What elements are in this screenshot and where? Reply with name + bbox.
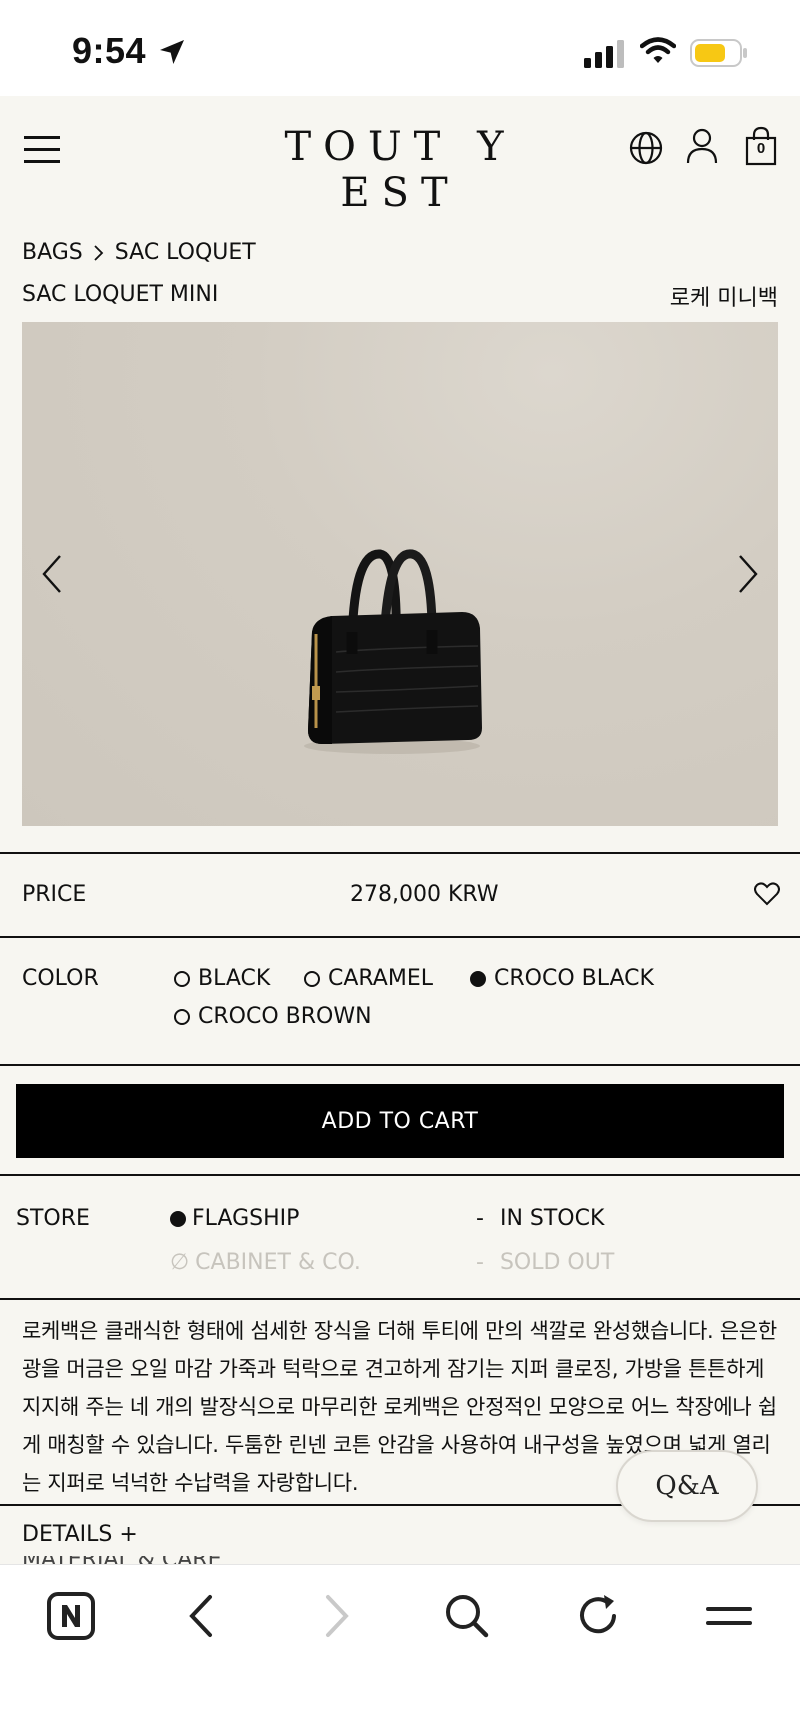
radio-unselected-icon: [174, 970, 190, 987]
brand-logo[interactable]: TOUT Y EST: [230, 124, 570, 216]
stock-status: SOLD OUT: [499, 1250, 615, 1275]
divider: [0, 852, 800, 854]
store-label: STORE: [16, 1206, 90, 1231]
divider: [0, 1174, 800, 1176]
details-toggle[interactable]: DETAILS +: [22, 1522, 138, 1547]
color-option-label: BLACK: [198, 966, 271, 991]
forward-arrow-icon[interactable]: [310, 1591, 360, 1641]
radio-selected-icon: [470, 970, 486, 987]
price-label: PRICE: [22, 882, 87, 907]
price-value: 278,000 KRW: [350, 882, 499, 907]
chevron-left-icon[interactable]: [38, 552, 66, 596]
product-image-gallery[interactable]: [22, 322, 778, 826]
store-cabinet: ∅ CABINET & CO.: [170, 1250, 361, 1275]
color-option-label: CARAMEL: [328, 966, 433, 991]
stock-status: IN STOCK: [499, 1206, 605, 1231]
browser-menu-icon[interactable]: [704, 1591, 754, 1641]
store-name: FLAGSHIP: [192, 1206, 300, 1231]
user-icon[interactable]: [686, 128, 718, 164]
radio-unselected-icon: [304, 970, 320, 987]
color-option-croco-black[interactable]: CROCO BLACK: [470, 966, 654, 991]
back-arrow-icon[interactable]: [178, 1591, 228, 1641]
chevron-right-icon: [94, 244, 104, 261]
menu-icon[interactable]: [24, 136, 60, 164]
store-cabinet-status: - SOLD OUT: [476, 1250, 615, 1275]
color-label: COLOR: [22, 966, 99, 991]
wifi-icon: [640, 37, 676, 63]
divider: [0, 936, 800, 938]
product-title-korean: 로케 미니백: [669, 286, 778, 311]
unavailable-icon: ∅: [170, 1250, 190, 1275]
material-care-toggle[interactable]: MATERIAL & CARE: [22, 1556, 221, 1564]
product-bag-image: [304, 549, 482, 754]
breadcrumb-parent[interactable]: BAGS: [22, 240, 83, 265]
divider: [0, 1298, 800, 1300]
color-option-caramel[interactable]: CARAMEL: [304, 966, 433, 991]
browser-toolbar: [0, 1564, 800, 1732]
color-option-label: CROCO BROWN: [198, 1004, 372, 1029]
reload-icon[interactable]: [574, 1591, 624, 1641]
product-title: SAC LOQUET MINI: [22, 282, 219, 307]
status-time: 9:54: [72, 30, 147, 71]
color-option-black[interactable]: BLACK: [174, 966, 270, 991]
add-to-cart-button[interactable]: ADD TO CART: [16, 1084, 784, 1158]
naver-home-icon[interactable]: [46, 1591, 96, 1641]
store-flagship[interactable]: FLAGSHIP: [170, 1206, 299, 1231]
store-flagship-status: - IN STOCK: [476, 1206, 605, 1231]
globe-icon[interactable]: [628, 130, 664, 166]
available-dot-icon: [170, 1210, 186, 1227]
breadcrumb: BAGS SAC LOQUET: [22, 240, 256, 265]
search-icon[interactable]: [442, 1591, 492, 1641]
radio-unselected-icon: [174, 1008, 190, 1025]
chevron-right-icon[interactable]: [734, 552, 762, 596]
store-name: CABINET & CO.: [195, 1250, 361, 1275]
battery-icon: [690, 39, 747, 67]
qa-button[interactable]: Q&A: [616, 1450, 758, 1522]
color-option-label: CROCO BLACK: [494, 966, 654, 991]
status-bar: 9:54: [0, 0, 800, 96]
cart-count: 0: [756, 140, 766, 157]
location-arrow-icon: [160, 40, 184, 64]
site-header: TOUT Y EST 0: [0, 96, 800, 216]
divider: [0, 1064, 800, 1066]
heart-icon[interactable]: [754, 882, 780, 906]
cellular-signal-icon: [584, 40, 624, 68]
color-option-croco-brown[interactable]: CROCO BROWN: [174, 1004, 372, 1029]
breadcrumb-current[interactable]: SAC LOQUET: [115, 240, 256, 265]
